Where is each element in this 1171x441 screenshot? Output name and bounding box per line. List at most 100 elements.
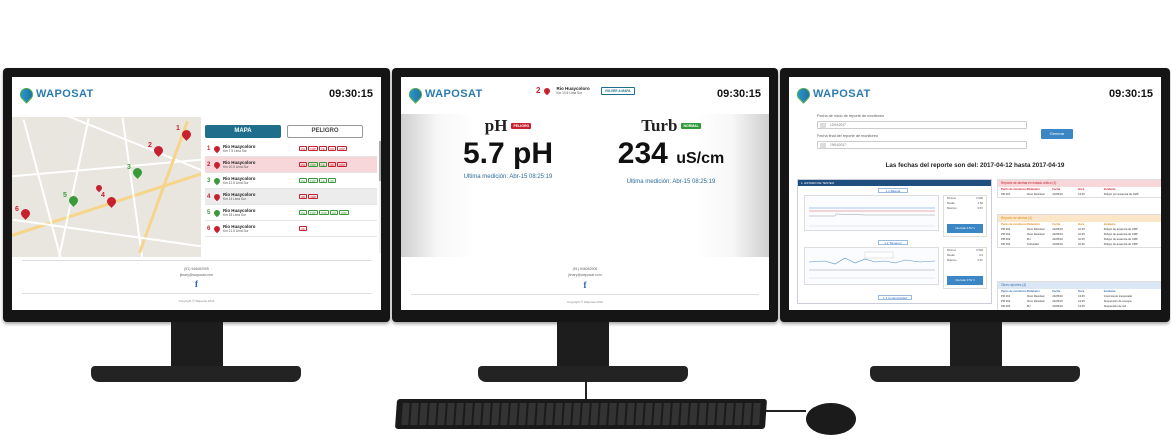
logo-text: WAPOSAT [425, 88, 483, 100]
location-pin-icon [212, 192, 222, 201]
station-detail-screen: WAPOSAT 09:30:15 2 Rio Huaycoloro Km 10.… [401, 77, 769, 310]
parameter-chip: TMP [307, 146, 318, 151]
station-row[interactable]: 3 Rio Huaycoloro Km 12.5 Lima Sur PH TMP CE OD [205, 173, 377, 189]
tab-peligro[interactable]: PELIGRO [287, 125, 363, 138]
conductivity-tab[interactable]: 1.4 Conductividad [878, 295, 912, 300]
stat-value: 3.5V [977, 258, 983, 262]
table-cell: Peligro por ausencia de CMP [1103, 193, 1139, 196]
metric-label: pH [484, 116, 508, 135]
back-to-map-button[interactable]: VOLVER A MAPA [600, 86, 635, 95]
parameter-chip: ORP [308, 194, 319, 199]
table-cell: Turbiedad [1027, 309, 1053, 310]
table-cell: Peligro de ausencia de CMP [1103, 243, 1138, 246]
station-row[interactable]: 2 Rio Huaycoloro Km 10.5 Lima Sur PH TMP CE OD… [205, 157, 377, 173]
parameter-chip: ORP [338, 210, 349, 215]
testing-status-panel: 1. ESTADO DE TESTEO 1.1 Batería Mínimo 3.… [797, 179, 992, 304]
view-tabs: MAPA PELIGRO [205, 125, 363, 138]
map-pin-label: 3 [127, 164, 131, 171]
location-pin-icon [543, 86, 552, 95]
clock: 09:30:15 [716, 88, 761, 100]
parameter-chip: TMP [307, 210, 318, 215]
parameter-chip: OD [299, 194, 308, 199]
station-number: 5 [207, 209, 211, 216]
station-number: 2 [207, 161, 211, 168]
parameter-chips: PH TMP CE OD [299, 178, 336, 183]
divider [22, 260, 371, 261]
report-screen: WAPOSAT 09:30:15 Fecha de inicio de repo… [789, 77, 1161, 310]
metric-turbidity: Turb NORMAL 234 uS/cm Ultima medición: A… [596, 116, 746, 185]
station-location: Km 12.5 Lima Sur [223, 181, 249, 185]
start-date-input[interactable]: 12/04/2017 [817, 121, 1027, 129]
table-cell: 10:45 [1078, 243, 1085, 246]
header: WAPOSAT 09:30:15 [12, 77, 381, 111]
alert-panel-orange: Reporte de alertas (4) Punto de monitoreo… [997, 214, 1161, 248]
station-number: 1 [207, 145, 211, 152]
parameter-chips: OD ORP [299, 194, 319, 199]
tab-mapa[interactable]: MAPA [205, 125, 281, 138]
map-pin-icon[interactable] [19, 207, 32, 220]
interval-button[interactable]: Intervalo 3.5V 1 [947, 224, 983, 233]
table-row: PM 004 Turbiedad 24/05/16 10:45 Peligro de a… [998, 242, 1161, 247]
generate-button[interactable]: Generar [1041, 129, 1073, 139]
station-row[interactable]: 1 Rio Huaycoloro Km 7.5 Lima Sur PH TMP CE OD O… [205, 141, 377, 157]
metric-ph: pH PELIGRO 5.7 pH Ultima medición: Abr-1… [443, 116, 573, 180]
battery-chart-svg [809, 207, 935, 227]
metric-label: Turb [641, 116, 678, 135]
footer-phone: (51) 946082905 [184, 267, 209, 271]
station-list-scrollbar[interactable] [379, 141, 381, 253]
table-row: PM 001 Cloro Residual 24/05/16 13:40 Peligro… [998, 192, 1161, 197]
report-title: Las fechas del reporte son del: 2017-04-… [885, 162, 1065, 169]
parameter-chip: TMP [307, 162, 318, 167]
monitor-stand-base [91, 366, 301, 382]
alert-panel-title[interactable]: Reporte de alertas en estado crítico (1) [998, 180, 1161, 187]
waposat-logo: WAPOSAT [794, 84, 871, 104]
station-map[interactable]: 1 2 3 4 5 6 [12, 117, 201, 257]
last-measurement: Ultima medición: Abr-15 08:25:19 [626, 179, 716, 185]
alert-panel-title[interactable]: Reporte de alertas (4) [998, 215, 1161, 222]
stat-label: Máximo [947, 206, 957, 210]
end-date-input[interactable]: 19/04/2017 [817, 141, 1027, 149]
waposat-logo: WAPOSAT [17, 84, 94, 104]
interval-button[interactable]: Intervalo 3.5V 1 [947, 276, 983, 285]
map-marker-icon[interactable] [94, 183, 104, 193]
table-cell: Error de equipo [1104, 309, 1161, 310]
station-location: Km 18 Lima Sur [223, 213, 246, 217]
station-number: 6 [207, 225, 211, 232]
divider [22, 293, 371, 294]
facebook-icon[interactable]: f [584, 280, 587, 290]
parameter-chips: PH TMP CE OD ORP [299, 162, 347, 167]
station-number: 3 [207, 177, 211, 184]
facebook-icon[interactable]: f [195, 279, 198, 289]
station-row[interactable]: 4 Rio Huaycoloro Km 14 Lima Sur OD ORP [205, 189, 377, 205]
parameter-chip: CE [318, 178, 327, 183]
station-row[interactable]: 6 Rio Huaycoloro Km 21.5 Lima Sur CE [205, 221, 377, 237]
metric-value-row: 5.7 pH [443, 136, 573, 172]
table-cell: PM 004 [1001, 309, 1027, 310]
table-cell: 24/05/16 [1052, 309, 1078, 310]
map-pin-icon[interactable] [131, 166, 144, 179]
station-text: Rio Huaycoloro Km 7.5 Lima Sur [223, 144, 299, 153]
location-pin-icon [212, 144, 222, 153]
stat-value: 3.5V [977, 206, 983, 210]
map-pin-label: 4 [101, 192, 105, 199]
footer-email: jlinary@waposat.com [179, 273, 214, 277]
station-number: 4 [207, 193, 211, 200]
parameter-chips: CE [299, 226, 307, 231]
map-pin-label: 2 [148, 142, 152, 149]
start-date-label: Fecha de inicio de reporte de monitoreo [817, 114, 885, 118]
table-cell: Turbiedad [1026, 243, 1039, 246]
station-row[interactable]: 5 Rio Huaycoloro Km 18 Lima Sur PH TMP TMP OD O… [205, 205, 377, 221]
outlet-tab[interactable]: 1.2 Tomacorr [878, 240, 908, 245]
footer-phone: (51) 946082905 [572, 267, 598, 271]
monitor-stand-neck [950, 322, 1002, 368]
map-pin-label: 5 [63, 192, 67, 199]
alert-panel-title[interactable]: Otros reportes (4) [998, 282, 1161, 289]
station-header: 2 Rio Huaycoloro Km 10.5 Lima Sur VOLVER… [536, 86, 635, 95]
location-pin-icon [212, 176, 222, 185]
map-pin-label: 6 [15, 206, 19, 213]
metric-value: 234 [617, 137, 668, 170]
battery-tab[interactable]: 1.1 Batería [878, 188, 908, 193]
panel-title: 1. ESTADO DE TESTEO [798, 180, 991, 186]
parameter-chip: PH [299, 210, 307, 215]
parameter-chip: OD [327, 146, 336, 151]
